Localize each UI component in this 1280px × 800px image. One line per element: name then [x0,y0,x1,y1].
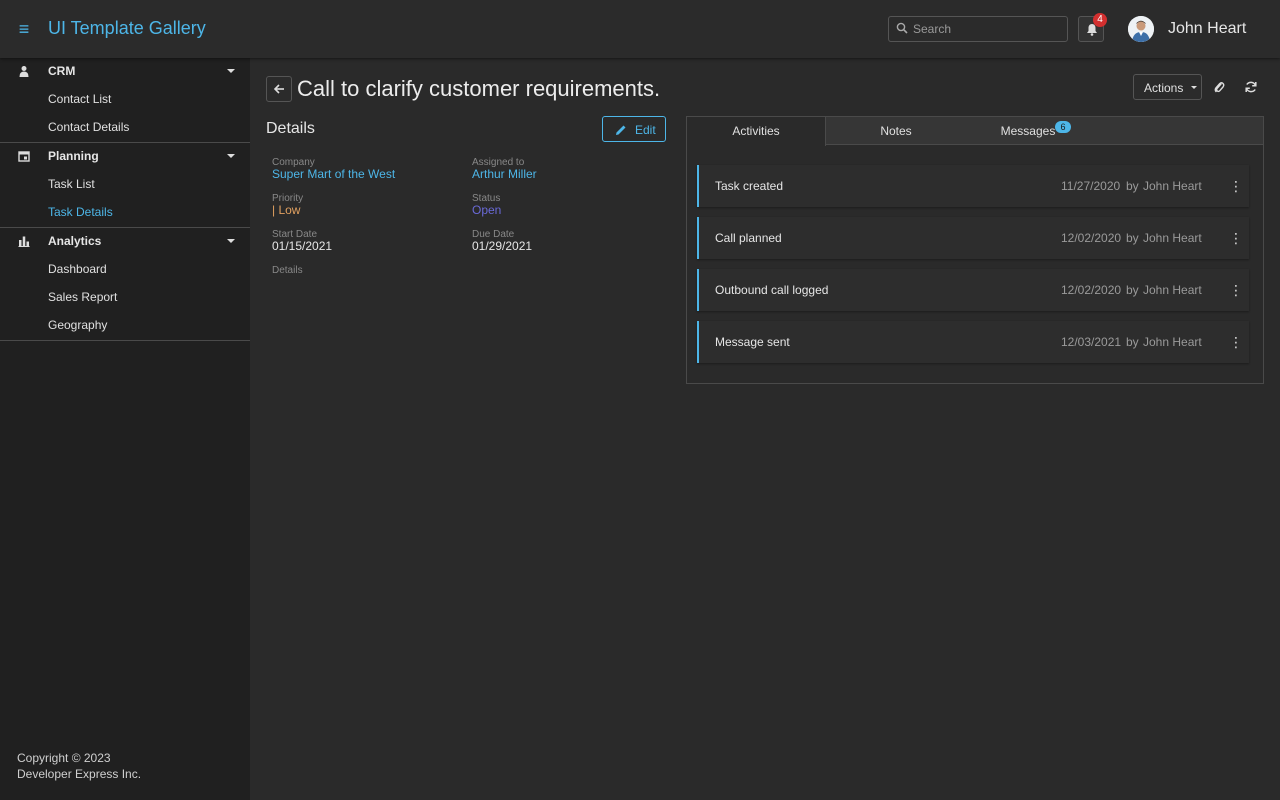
sidebar-item-contact-list[interactable]: Contact List [48,92,111,106]
actions-dropdown[interactable]: Actions [1133,74,1202,100]
due-date-value: 01/29/2021 [472,239,533,253]
sidebar-group-planning[interactable]: Planning [0,143,250,169]
app-title: UI Template Gallery [48,18,206,38]
sidebar-group-analytics[interactable]: Analytics [0,228,250,254]
activity-date: 11/27/2020 [1061,179,1121,193]
sidebar: CRM Contact List Contact Details Plannin… [0,58,250,800]
tab-notes[interactable]: Notes [826,117,966,145]
assigned-link[interactable]: Arthur Miller [472,167,537,181]
menu-icon[interactable]: ≡ [14,19,34,39]
more-vertical-icon[interactable]: ⋮ [1229,178,1243,194]
company-link[interactable]: Super Mart of the West [272,167,395,181]
sidebar-group-label: Planning [48,149,99,163]
sidebar-item-contact-details[interactable]: Contact Details [48,120,129,134]
sidebar-item-sales-report[interactable]: Sales Report [48,290,117,304]
chevron-down-icon [227,69,235,73]
activity-by: by [1126,179,1139,193]
back-button[interactable] [266,76,292,102]
chevron-down-icon [1191,86,1197,89]
user-name[interactable]: John Heart [1168,20,1246,38]
notification-badge: 4 [1093,13,1107,27]
refresh-icon[interactable] [1244,80,1258,94]
search-input[interactable] [913,20,1063,38]
list-item[interactable]: Call planned 12/02/2020 by John Heart ⋮ [697,217,1249,259]
top-toolbar: ≡ UI Template Gallery 4 John Heart [0,0,1280,58]
bar-chart-icon [18,236,30,247]
details-title: Details [266,120,315,137]
edit-button[interactable]: Edit [602,116,666,142]
company-text: Developer Express Inc. [17,767,142,781]
messages-badge: 6 [1055,121,1071,133]
avatar[interactable] [1128,16,1154,42]
person-icon [19,66,29,77]
actions-label: Actions [1144,81,1184,95]
list-item[interactable]: Task created 11/27/2020 by John Heart ⋮ [697,165,1249,207]
activity-by: by [1126,231,1139,245]
status-value: Open [472,203,502,217]
details-label: Details [272,265,303,276]
chevron-down-icon [227,239,235,243]
arrow-left-icon [273,84,284,94]
activity-name: Outbound call logged [715,283,829,297]
more-vertical-icon[interactable]: ⋮ [1229,334,1243,350]
attach-icon[interactable] [1212,80,1226,94]
sidebar-group-label: Analytics [48,234,102,248]
sidebar-divider [0,340,250,341]
tab-messages[interactable]: Messages [966,117,1090,145]
edit-label: Edit [635,123,656,137]
sidebar-item-task-details[interactable]: Task Details [48,205,113,219]
activity-tab-panel: Activities Notes Messages 6 Task created… [686,116,1264,384]
search-icon [896,22,908,34]
tabs-bar: Activities Notes Messages 6 [687,117,1263,146]
calendar-icon [18,151,30,162]
activity-by: by [1126,283,1139,297]
more-vertical-icon[interactable]: ⋮ [1229,282,1243,298]
more-vertical-icon[interactable]: ⋮ [1229,230,1243,246]
activity-date: 12/03/2021 [1061,335,1122,349]
sidebar-group-crm[interactable]: CRM [0,58,250,84]
sidebar-item-task-list[interactable]: Task List [48,177,95,191]
search-box[interactable] [888,16,1068,42]
list-item[interactable]: Outbound call logged 12/02/2020 by John … [697,269,1249,311]
sidebar-item-dashboard[interactable]: Dashboard [48,262,107,276]
tab-activities[interactable]: Activities [687,117,826,146]
activity-by: by [1126,335,1139,349]
sidebar-item-geography[interactable]: Geography [48,318,107,332]
chevron-down-icon [227,154,235,158]
activity-user: John Heart [1143,283,1202,297]
pencil-icon [616,125,626,135]
start-date-value: 01/15/2021 [272,239,333,253]
activity-name: Call planned [715,231,782,245]
list-item[interactable]: Message sent 12/03/2021 by John Heart ⋮ [697,321,1249,363]
sidebar-group-label: CRM [48,64,76,78]
activity-user: John Heart [1143,179,1202,193]
page-title: Call to clarify customer requirements. [297,76,661,101]
activity-name: Task created [715,179,784,193]
activity-user: John Heart [1143,231,1202,245]
activity-name: Message sent [715,335,790,349]
copyright-text: Copyright © 2023 [17,751,111,765]
user-photo-icon [1128,16,1154,42]
activity-date: 12/02/2020 [1061,283,1122,297]
priority-value: | Low [272,203,301,217]
activity-user: John Heart [1143,335,1202,349]
activity-date: 12/02/2020 [1061,231,1122,245]
